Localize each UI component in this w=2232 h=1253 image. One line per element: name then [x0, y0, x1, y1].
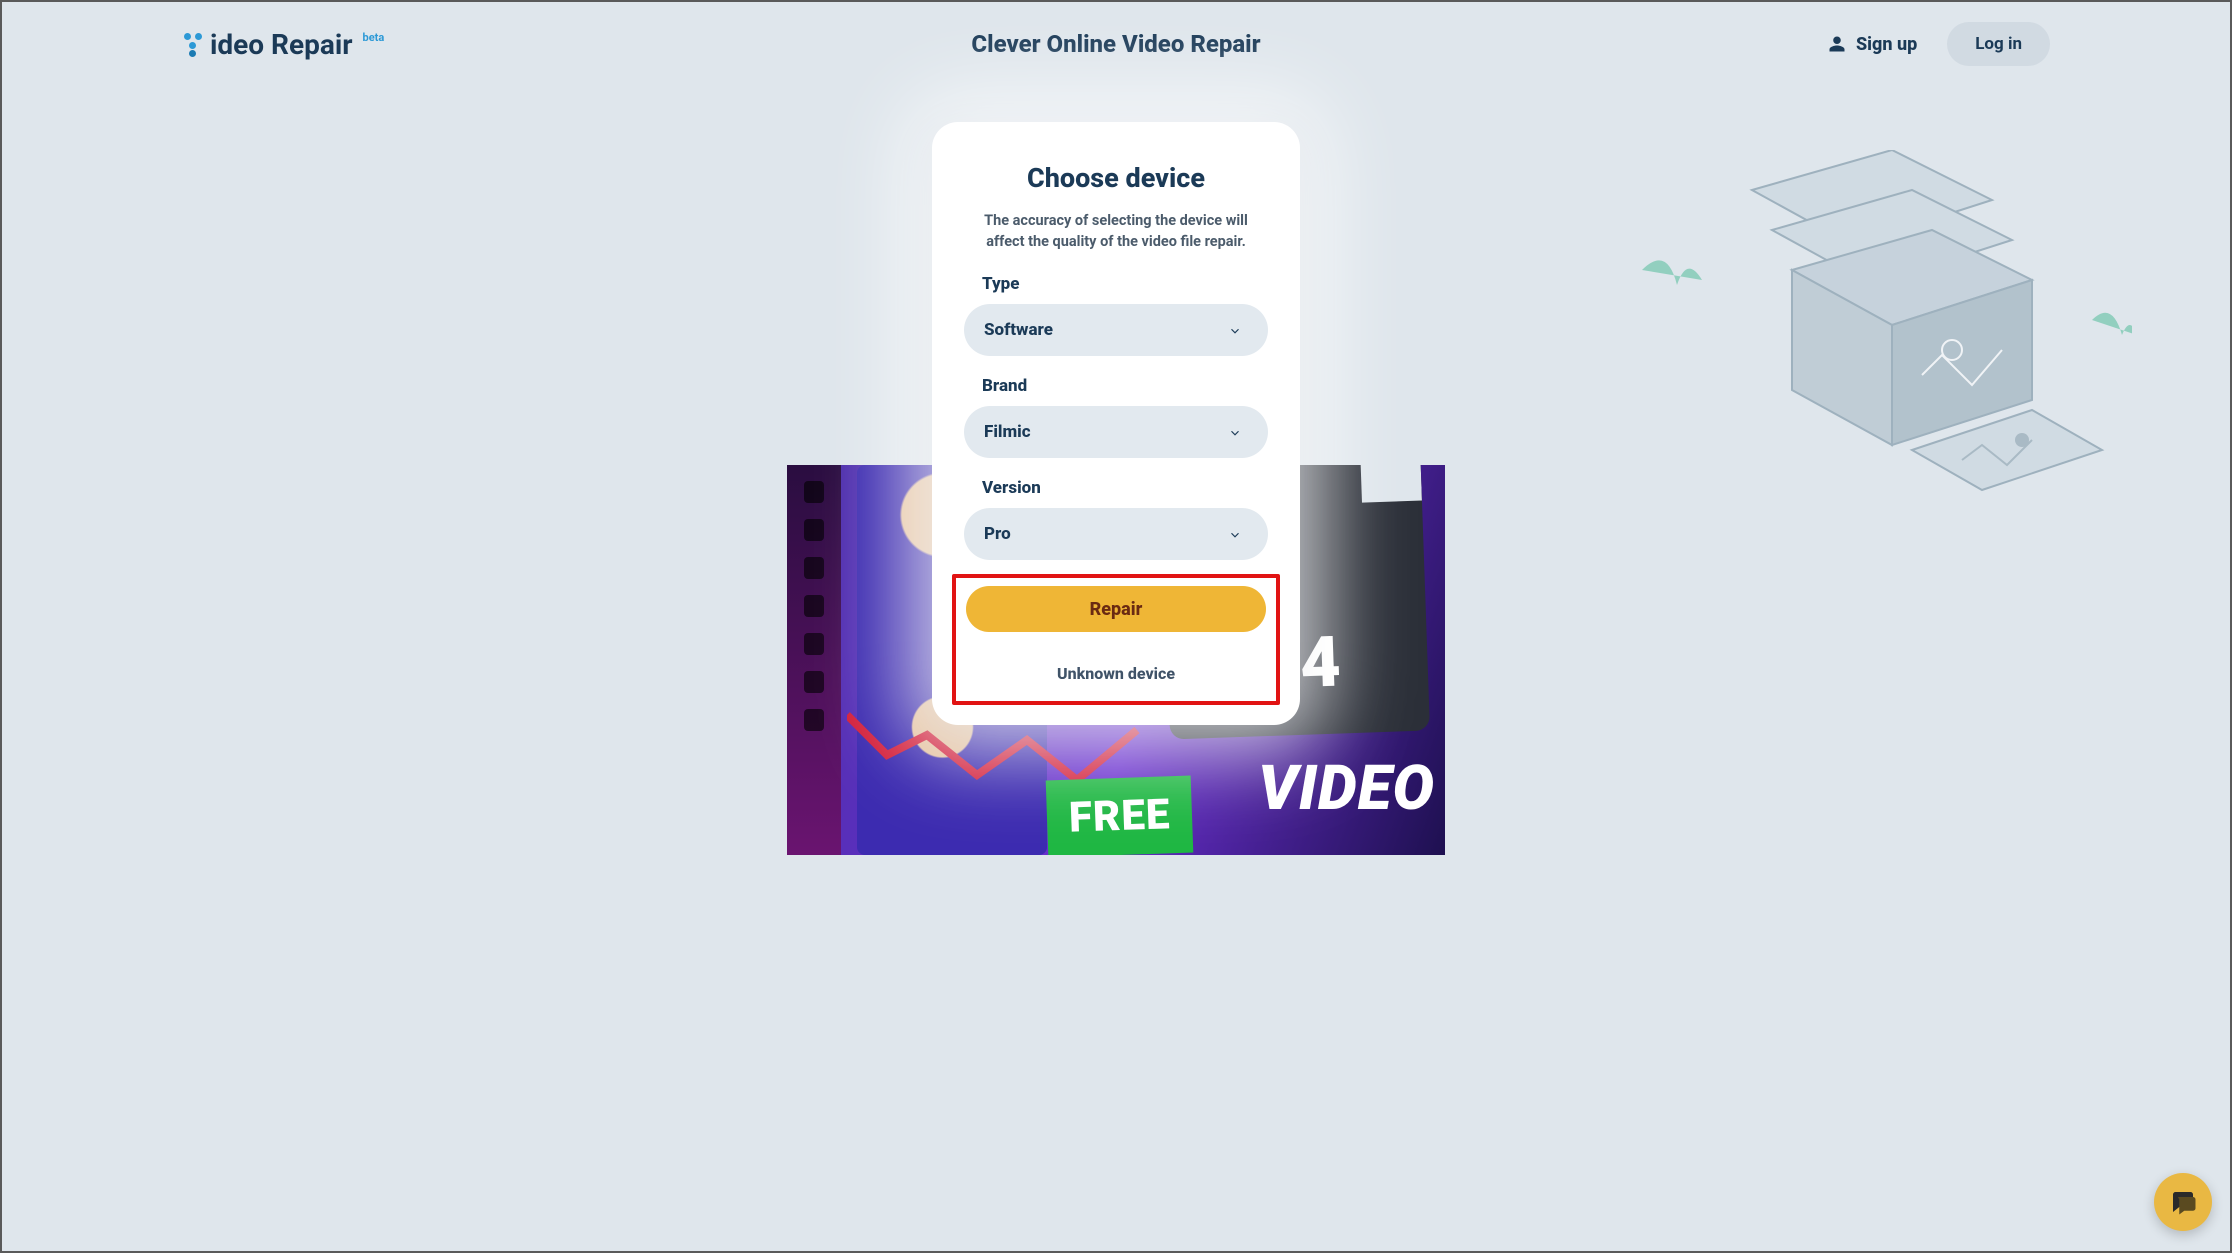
- repair-button-label: Repair: [1090, 599, 1143, 620]
- unknown-device-label: Unknown device: [1057, 664, 1175, 683]
- chat-icon: [2168, 1187, 2198, 1217]
- header: ideo Repair beta Clever Online Video Rep…: [2, 2, 2230, 86]
- repair-button[interactable]: Repair: [966, 586, 1266, 632]
- version-label: Version: [982, 478, 1268, 498]
- brand-value: Filmic: [984, 422, 1031, 442]
- chevron-down-icon: [1228, 323, 1242, 337]
- login-button[interactable]: Log in: [1947, 22, 2050, 66]
- video-word: VIDEO: [1258, 752, 1435, 825]
- logo-mark-icon: [182, 33, 204, 55]
- logo[interactable]: ideo Repair beta: [182, 28, 384, 61]
- brand-label: Brand: [982, 376, 1268, 396]
- signup-button[interactable]: Sign up: [1828, 34, 1917, 55]
- page-title: Clever Online Video Repair: [971, 30, 1260, 58]
- login-label: Log in: [1975, 34, 2022, 54]
- choose-device-card: Choose device The accuracy of selecting …: [932, 122, 1300, 725]
- user-icon: [1828, 35, 1846, 53]
- card-title: Choose device: [964, 162, 1268, 194]
- beta-badge: beta: [363, 31, 385, 44]
- chevron-down-icon: [1228, 527, 1242, 541]
- logo-text: ideo Repair: [210, 28, 353, 61]
- chevron-down-icon: [1228, 425, 1242, 439]
- brand-select[interactable]: Filmic: [964, 406, 1268, 458]
- type-label: Type: [982, 274, 1268, 294]
- type-value: Software: [984, 320, 1053, 340]
- nav: Sign up Log in: [1828, 22, 2050, 66]
- card-subtitle: The accuracy of selecting the device wil…: [964, 210, 1268, 274]
- signup-label: Sign up: [1856, 34, 1917, 55]
- type-select[interactable]: Software: [964, 304, 1268, 356]
- files-illustration-icon: [1632, 150, 2132, 530]
- version-select[interactable]: Pro: [964, 508, 1268, 560]
- chat-button[interactable]: [2154, 1173, 2212, 1231]
- unknown-device-link[interactable]: Unknown device: [966, 658, 1266, 697]
- actions-highlight: Repair Unknown device: [952, 574, 1280, 705]
- version-value: Pro: [984, 524, 1011, 544]
- free-badge: FREE: [1046, 775, 1194, 855]
